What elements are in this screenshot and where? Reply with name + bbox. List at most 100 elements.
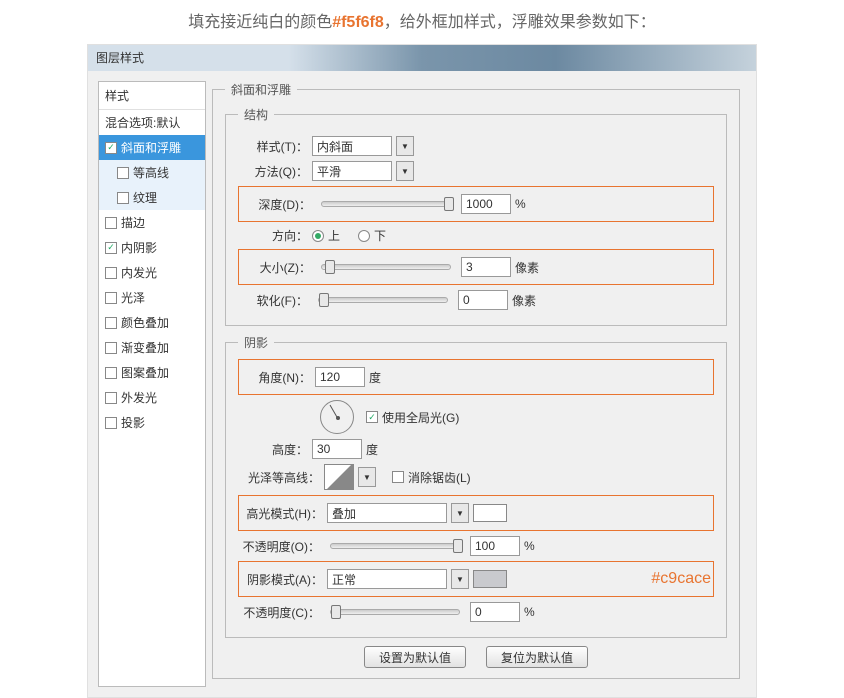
make-default-button[interactable]: 设置为默认值 — [364, 646, 466, 668]
down-label: 下 — [374, 227, 386, 244]
sidebar-checkbox[interactable] — [105, 342, 117, 354]
style-dropdown[interactable]: 内斜面 — [312, 136, 392, 156]
shadow-mode-label: 阴影模式(A)： — [241, 571, 323, 588]
soften-unit: 像素 — [512, 292, 536, 309]
shading-legend: 阴影 — [238, 334, 274, 351]
shadow-color-swatch[interactable] — [473, 570, 507, 588]
sidebar-item-6[interactable]: 光泽 — [99, 285, 205, 310]
sidebar-checkbox[interactable] — [105, 367, 117, 379]
altitude-unit: 度 — [366, 441, 378, 458]
sidebar-item-0[interactable]: 斜面和浮雕 — [99, 135, 205, 160]
soften-label: 软化(F)： — [238, 292, 308, 309]
sidebar-item-label: 颜色叠加 — [121, 314, 169, 331]
sidebar-checkbox[interactable] — [117, 167, 129, 179]
sidebar-checkbox[interactable] — [117, 192, 129, 204]
highlight-mode-box: 高光模式(H)： 叠加 ▼ — [238, 495, 714, 531]
shading-fieldset: 阴影 角度(N)： 120 度 使用全局光(G) — [225, 334, 727, 638]
styles-sidebar: 样式 混合选项:默认 斜面和浮雕等高线纹理描边内阴影内发光光泽颜色叠加渐变叠加图… — [98, 81, 206, 687]
sidebar-item-10[interactable]: 外发光 — [99, 385, 205, 410]
depth-highlight-box: 深度(D)： 1000 % — [238, 186, 714, 222]
sidebar-item-4[interactable]: 内阴影 — [99, 235, 205, 260]
instruction-text: 填充接近纯白的颜色#f5f6f8，给外框加样式，浮雕效果参数如下： — [0, 0, 844, 44]
sidebar-checkbox[interactable] — [105, 217, 117, 229]
blend-options-row[interactable]: 混合选项:默认 — [99, 110, 205, 135]
sidebar-item-label: 内发光 — [121, 264, 157, 281]
reset-default-button[interactable]: 复位为默认值 — [486, 646, 588, 668]
angle-unit: 度 — [369, 369, 381, 386]
depth-label: 深度(D)： — [241, 196, 311, 213]
dropdown-arrow-icon[interactable]: ▼ — [396, 161, 414, 181]
highlight-opacity-label: 不透明度(O)： — [238, 538, 320, 555]
dialog-title-bar[interactable]: 图层样式 — [88, 45, 756, 71]
sidebar-item-7[interactable]: 颜色叠加 — [99, 310, 205, 335]
size-slider[interactable] — [321, 264, 451, 270]
sidebar-item-label: 描边 — [121, 214, 145, 231]
sidebar-item-5[interactable]: 内发光 — [99, 260, 205, 285]
sidebar-item-label: 纹理 — [133, 189, 157, 206]
structure-fieldset: 结构 样式(T)： 内斜面 ▼ 方法(Q)： 平滑 ▼ 深度(D)： — [225, 106, 727, 326]
dropdown-arrow-icon[interactable]: ▼ — [451, 569, 469, 589]
sidebar-item-2[interactable]: 纹理 — [99, 185, 205, 210]
highlight-opacity-slider[interactable] — [330, 543, 460, 549]
gloss-contour-label: 光泽等高线： — [238, 469, 320, 486]
sidebar-checkbox[interactable] — [105, 267, 117, 279]
direction-down-radio[interactable] — [358, 230, 370, 242]
soften-input[interactable]: 0 — [458, 290, 508, 310]
sidebar-checkbox[interactable] — [105, 417, 117, 429]
depth-unit: % — [515, 197, 526, 211]
sidebar-item-8[interactable]: 渐变叠加 — [99, 335, 205, 360]
highlight-color-swatch[interactable] — [473, 504, 507, 522]
percent-unit: % — [524, 539, 535, 553]
depth-slider[interactable] — [321, 201, 451, 207]
altitude-input[interactable]: 30 — [312, 439, 362, 459]
size-unit: 像素 — [515, 259, 539, 276]
sidebar-item-label: 投影 — [121, 414, 145, 431]
method-label: 方法(Q)： — [238, 163, 308, 180]
direction-label: 方向： — [238, 227, 308, 244]
antialias-checkbox[interactable] — [392, 471, 404, 483]
dropdown-arrow-icon[interactable]: ▼ — [451, 503, 469, 523]
highlight-mode-dropdown[interactable]: 叠加 — [327, 503, 447, 523]
depth-input[interactable]: 1000 — [461, 194, 511, 214]
method-dropdown[interactable]: 平滑 — [312, 161, 392, 181]
dropdown-arrow-icon[interactable]: ▼ — [396, 136, 414, 156]
shadow-opacity-input[interactable]: 0 — [470, 602, 520, 622]
shadow-opacity-label: 不透明度(C)： — [238, 604, 320, 621]
sidebar-checkbox[interactable] — [105, 292, 117, 304]
sidebar-checkbox[interactable] — [105, 317, 117, 329]
sidebar-item-label: 外发光 — [121, 389, 157, 406]
altitude-label: 高度： — [238, 441, 308, 458]
bevel-fieldset: 斜面和浮雕 结构 样式(T)： 内斜面 ▼ 方法(Q)： 平滑 ▼ — [212, 81, 740, 679]
percent-unit: % — [524, 605, 535, 619]
gloss-contour-picker[interactable] — [324, 464, 354, 490]
sidebar-item-label: 光泽 — [121, 289, 145, 306]
shadow-mode-dropdown[interactable]: 正常 — [327, 569, 447, 589]
angle-dial[interactable] — [320, 400, 354, 434]
sidebar-item-label: 图案叠加 — [121, 364, 169, 381]
sidebar-header: 样式 — [99, 82, 205, 110]
highlight-opacity-input[interactable]: 100 — [470, 536, 520, 556]
global-light-checkbox[interactable] — [366, 411, 378, 423]
antialias-label: 消除锯齿(L) — [408, 469, 471, 486]
sidebar-item-3[interactable]: 描边 — [99, 210, 205, 235]
bevel-legend: 斜面和浮雕 — [225, 81, 297, 98]
angle-label: 角度(N)： — [241, 369, 311, 386]
main-panel: 斜面和浮雕 结构 样式(T)： 内斜面 ▼ 方法(Q)： 平滑 ▼ — [206, 81, 746, 687]
direction-up-radio[interactable] — [312, 230, 324, 242]
structure-legend: 结构 — [238, 106, 274, 123]
shadow-mode-box: 阴影模式(A)： 正常 ▼ #c9cace — [238, 561, 714, 597]
sidebar-item-1[interactable]: 等高线 — [99, 160, 205, 185]
sidebar-item-label: 斜面和浮雕 — [121, 139, 181, 156]
sidebar-item-9[interactable]: 图案叠加 — [99, 360, 205, 385]
dropdown-arrow-icon[interactable]: ▼ — [358, 467, 376, 487]
angle-input[interactable]: 120 — [315, 367, 365, 387]
shadow-opacity-slider[interactable] — [330, 609, 460, 615]
soften-slider[interactable] — [318, 297, 448, 303]
up-label: 上 — [328, 227, 340, 244]
sidebar-item-11[interactable]: 投影 — [99, 410, 205, 435]
size-input[interactable]: 3 — [461, 257, 511, 277]
sidebar-checkbox[interactable] — [105, 392, 117, 404]
angle-highlight-box: 角度(N)： 120 度 — [238, 359, 714, 395]
sidebar-checkbox[interactable] — [105, 142, 117, 154]
sidebar-checkbox[interactable] — [105, 242, 117, 254]
